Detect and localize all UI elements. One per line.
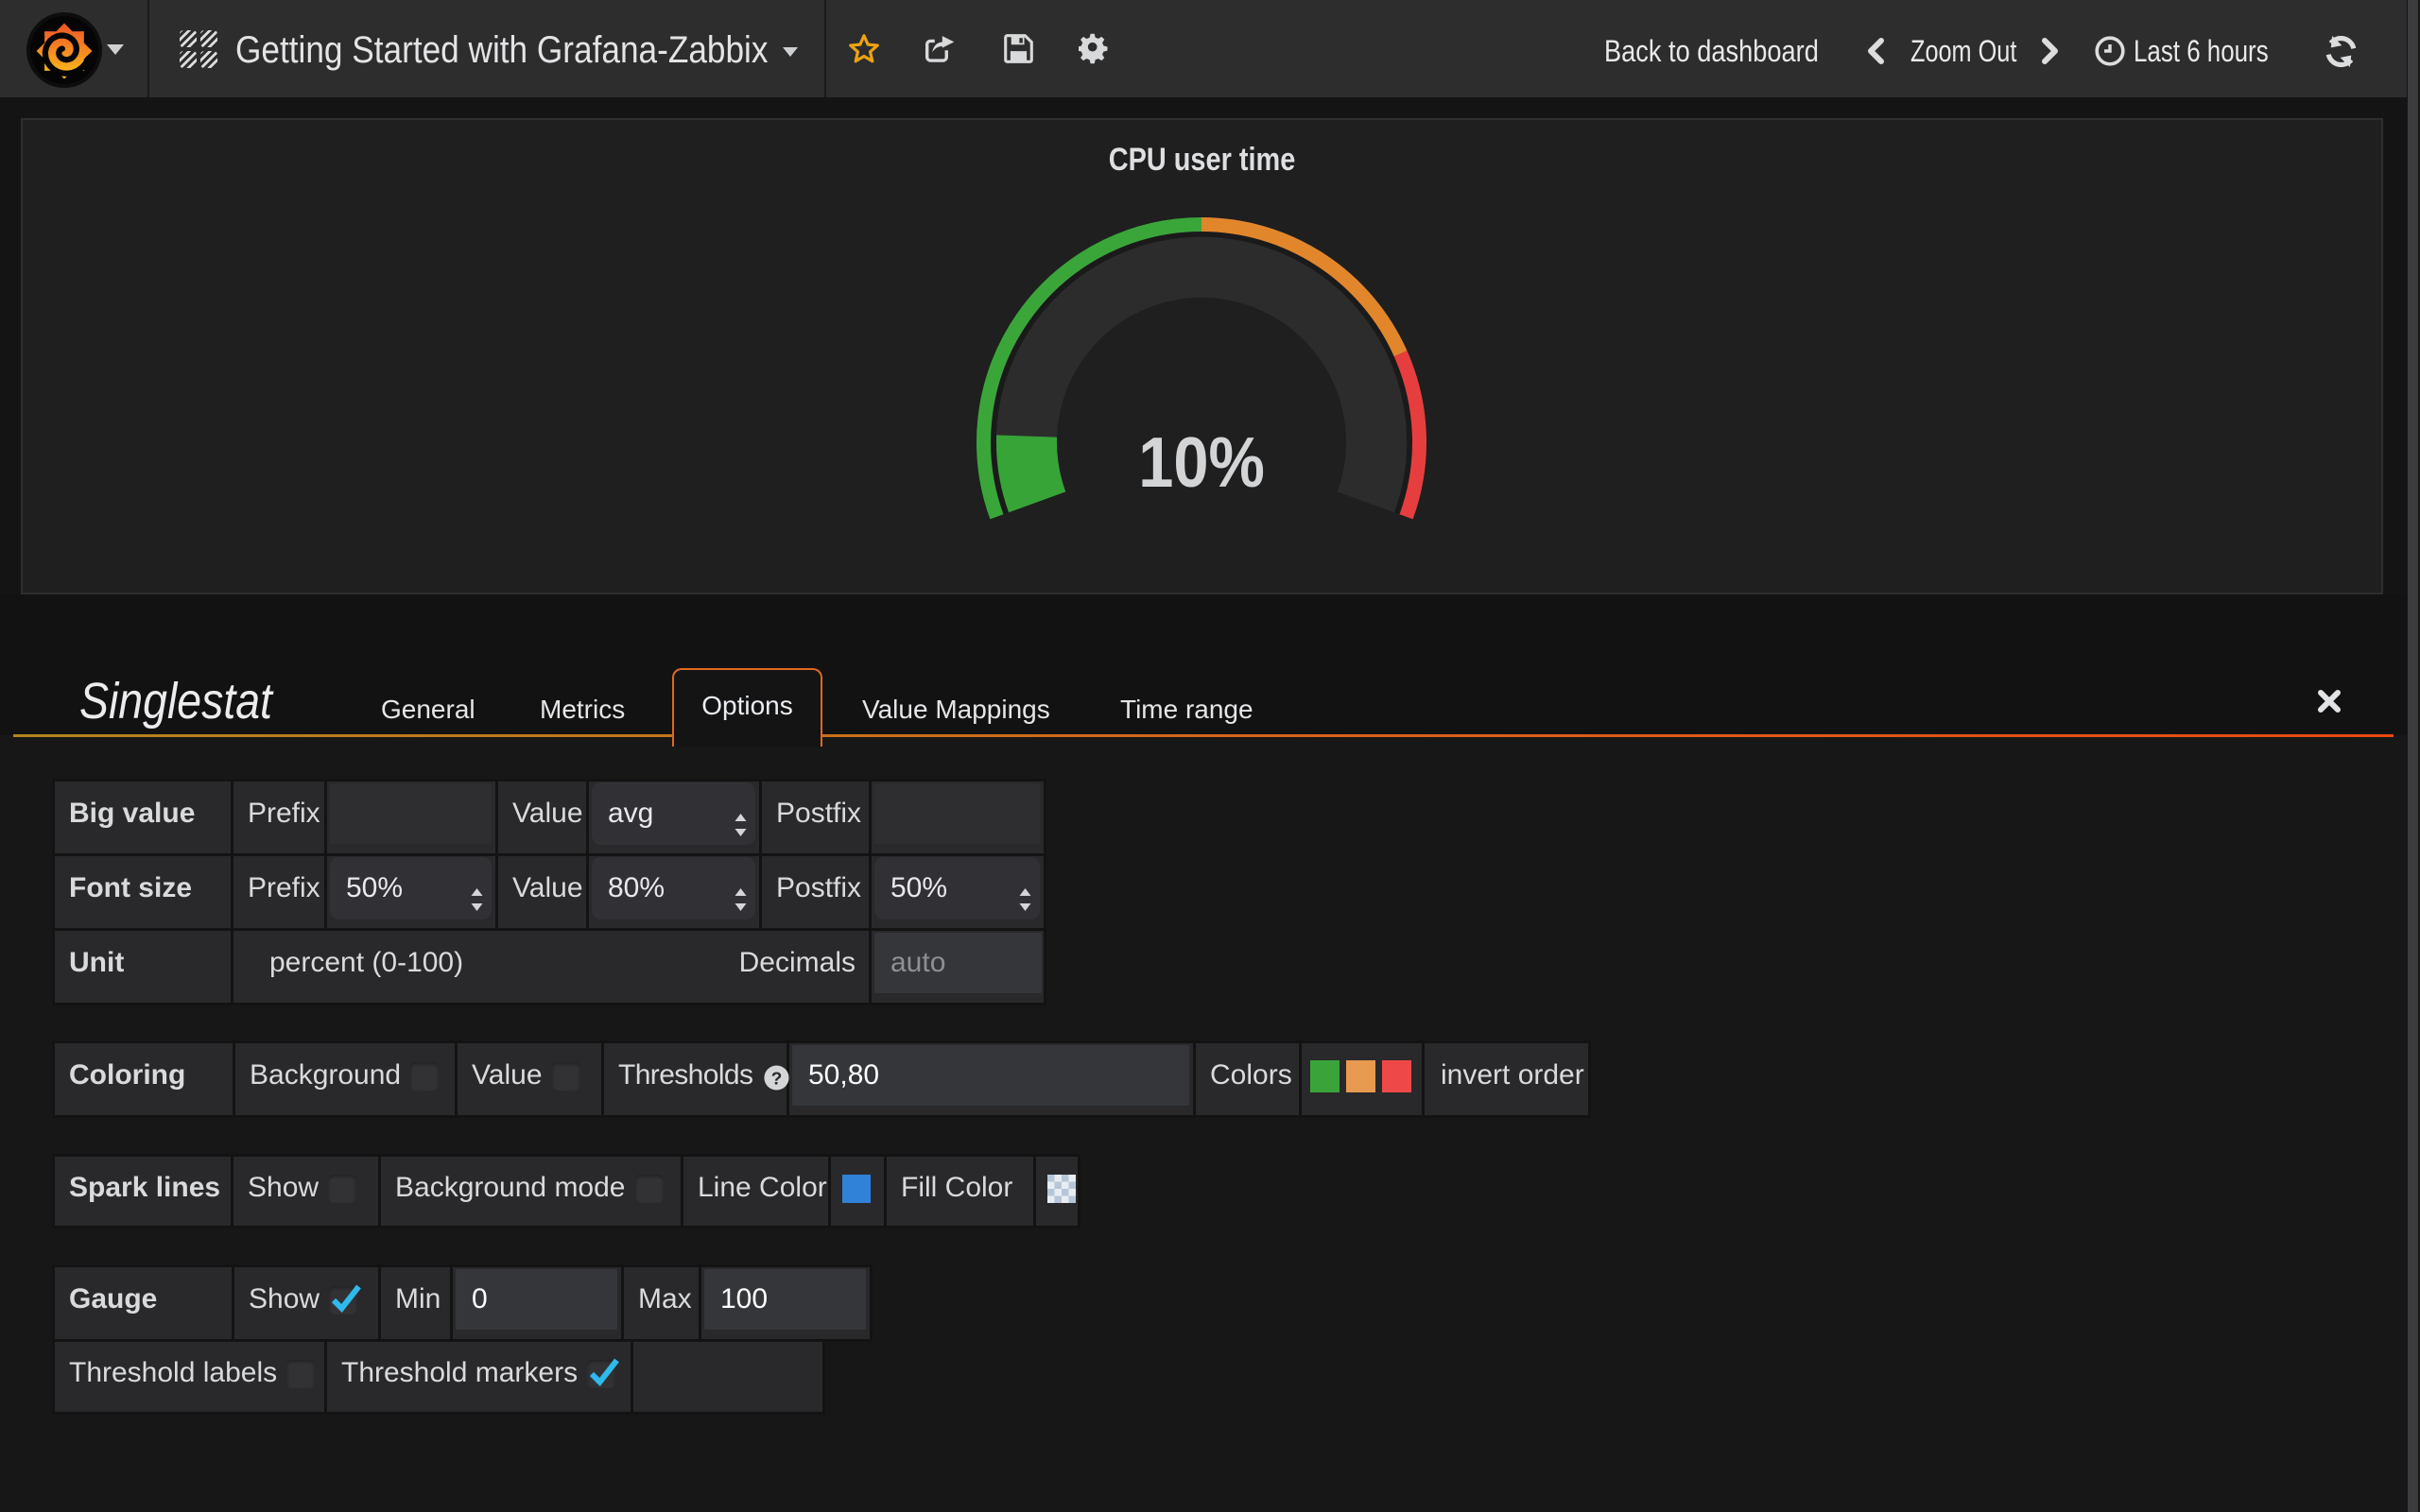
svg-text:?: ? bbox=[770, 1069, 782, 1089]
